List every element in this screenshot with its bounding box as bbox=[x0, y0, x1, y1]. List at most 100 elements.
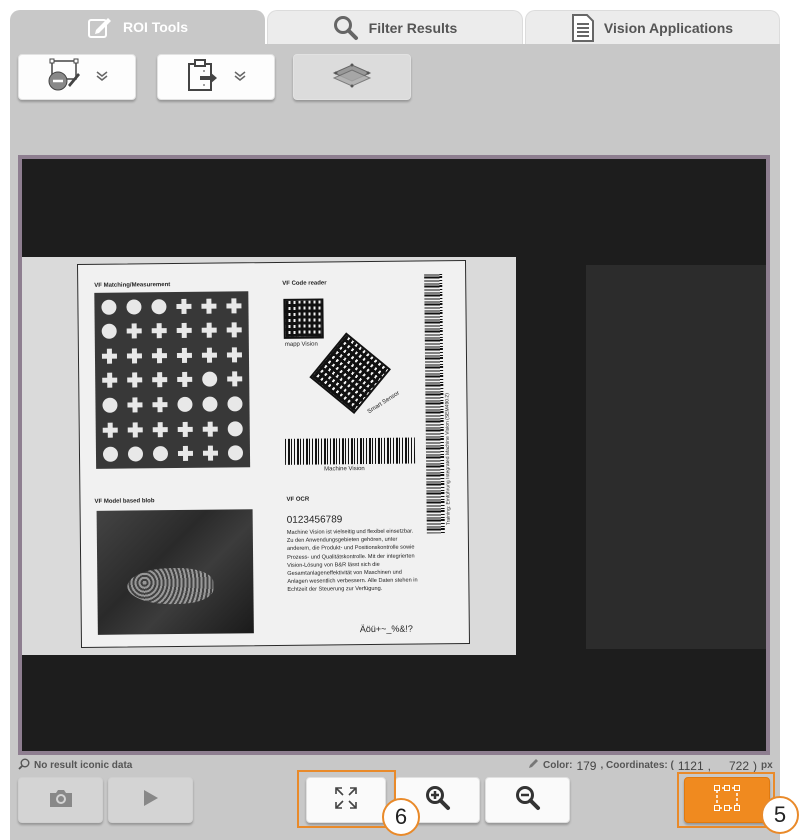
grid-cell bbox=[98, 394, 121, 417]
qr-code bbox=[283, 298, 324, 339]
cross-shape bbox=[128, 422, 143, 437]
roi-region[interactable] bbox=[586, 265, 766, 649]
zoom-out-button[interactable] bbox=[485, 777, 570, 823]
cross-shape bbox=[177, 323, 192, 338]
coords-label: , Coordinates: ( bbox=[600, 760, 674, 771]
ocr-special-chars: Äöü+~_%&!? bbox=[359, 623, 413, 635]
tab-filter-results[interactable]: Filter Results bbox=[267, 10, 523, 44]
coord-sep: , bbox=[707, 758, 711, 773]
cross-shape bbox=[201, 298, 216, 313]
callout-marker: 5 bbox=[761, 796, 799, 834]
barcode-label: Machine Vision bbox=[324, 466, 365, 473]
dot-shape bbox=[227, 445, 244, 461]
chevron-down-icon bbox=[234, 70, 246, 84]
result-status: No result iconic data bbox=[18, 758, 132, 773]
color-value: 179 bbox=[576, 758, 597, 773]
pixel-info: Color: 179 , Coordinates: ( 1121 , 722 )… bbox=[527, 758, 773, 773]
cross-shape bbox=[127, 324, 142, 339]
cross-shape bbox=[177, 372, 192, 387]
cross-shape bbox=[102, 349, 117, 364]
paste-dropdown-button[interactable] bbox=[157, 54, 275, 100]
grid-cell bbox=[198, 319, 221, 342]
grid-cell bbox=[223, 368, 246, 391]
highlight-frame bbox=[677, 772, 775, 828]
grid-cell bbox=[123, 344, 146, 367]
tab-label: Filter Results bbox=[368, 19, 458, 36]
grid-cell bbox=[98, 345, 121, 368]
test-target-sheet: VF Matching/Measurement VF Code reader m… bbox=[77, 259, 470, 649]
jaguar-photo bbox=[96, 509, 254, 635]
zoom-out-icon bbox=[515, 785, 541, 816]
play-button[interactable] bbox=[108, 777, 193, 823]
tab-vision-applications[interactable]: Vision Applications bbox=[525, 10, 780, 44]
cross-shape bbox=[203, 446, 218, 461]
grid-cell bbox=[99, 418, 122, 441]
status-text: No result iconic data bbox=[34, 760, 133, 771]
capture-button[interactable] bbox=[18, 777, 103, 823]
datamatrix-label: Smart Sensor bbox=[366, 390, 401, 416]
grid-cell bbox=[97, 296, 120, 319]
grid-cell bbox=[148, 369, 171, 392]
grid-cell bbox=[148, 393, 171, 416]
app-window: ROI Tools Filter Results Vision Applicat… bbox=[10, 10, 799, 840]
grid-cell bbox=[123, 394, 146, 417]
grid-cell bbox=[98, 369, 121, 392]
dot-shape bbox=[177, 396, 193, 413]
qr-label: mapp Vision bbox=[284, 341, 318, 348]
cross-shape bbox=[152, 397, 167, 412]
color-label: Color: bbox=[543, 760, 573, 771]
dot-shape bbox=[227, 420, 243, 437]
cross-shape bbox=[202, 323, 217, 338]
zoom-in-icon bbox=[425, 785, 451, 816]
grid-cell bbox=[122, 295, 145, 318]
grid-cell bbox=[147, 295, 170, 318]
edit-icon bbox=[87, 15, 113, 39]
camera-icon bbox=[48, 788, 74, 813]
roi-edit-dropdown-button[interactable] bbox=[18, 54, 136, 100]
barcode-vertical bbox=[424, 273, 445, 534]
cross-shape bbox=[227, 323, 242, 338]
grid-cell bbox=[223, 393, 246, 416]
grid-cell bbox=[198, 344, 221, 367]
dot-shape bbox=[102, 446, 119, 462]
tab-roi-tools[interactable]: ROI Tools bbox=[10, 10, 265, 44]
tab-label: ROI Tools bbox=[122, 19, 189, 35]
cross-shape bbox=[226, 298, 241, 313]
dot-shape bbox=[126, 299, 142, 315]
layers-button[interactable] bbox=[293, 54, 411, 100]
grid-cell bbox=[222, 294, 245, 317]
cross-shape bbox=[178, 446, 193, 461]
grid-cell bbox=[199, 442, 222, 465]
cross-shape bbox=[227, 347, 242, 362]
cross-shape bbox=[152, 323, 167, 338]
grid-cell bbox=[197, 295, 220, 318]
grid-cell bbox=[123, 320, 146, 343]
barcode-horizontal bbox=[284, 437, 416, 465]
dot-shape bbox=[202, 396, 218, 412]
grid-cell bbox=[124, 418, 147, 441]
grid-cell bbox=[123, 369, 146, 392]
image-viewer[interactable]: VF Matching/Measurement VF Code reader m… bbox=[18, 155, 770, 755]
grid-cell bbox=[98, 320, 121, 343]
grid-cell bbox=[148, 320, 171, 343]
ocr-text: Machine Vision ist vielseitig und flexib… bbox=[286, 528, 418, 594]
grid-cell bbox=[174, 418, 197, 441]
vertical-caption: Training: Einführung Integrated Machine … bbox=[444, 393, 452, 526]
grid-cell bbox=[198, 368, 221, 391]
cross-shape bbox=[227, 372, 242, 387]
dot-shape bbox=[202, 372, 218, 388]
grid-cell bbox=[148, 344, 171, 367]
grid-cell bbox=[223, 343, 246, 366]
grid-cell bbox=[172, 295, 195, 318]
cross-shape bbox=[102, 373, 117, 388]
dot-shape bbox=[152, 446, 169, 462]
section-title: VF Matching/Measurement bbox=[94, 282, 171, 289]
grid-cell bbox=[223, 319, 246, 342]
dot-shape bbox=[127, 446, 144, 462]
cross-shape bbox=[177, 348, 192, 363]
grid-cell bbox=[149, 442, 172, 465]
grid-cell bbox=[198, 393, 221, 416]
callout-marker: 6 bbox=[382, 798, 420, 836]
grid-cell bbox=[174, 442, 197, 465]
clipboard-paste-icon bbox=[186, 58, 220, 97]
